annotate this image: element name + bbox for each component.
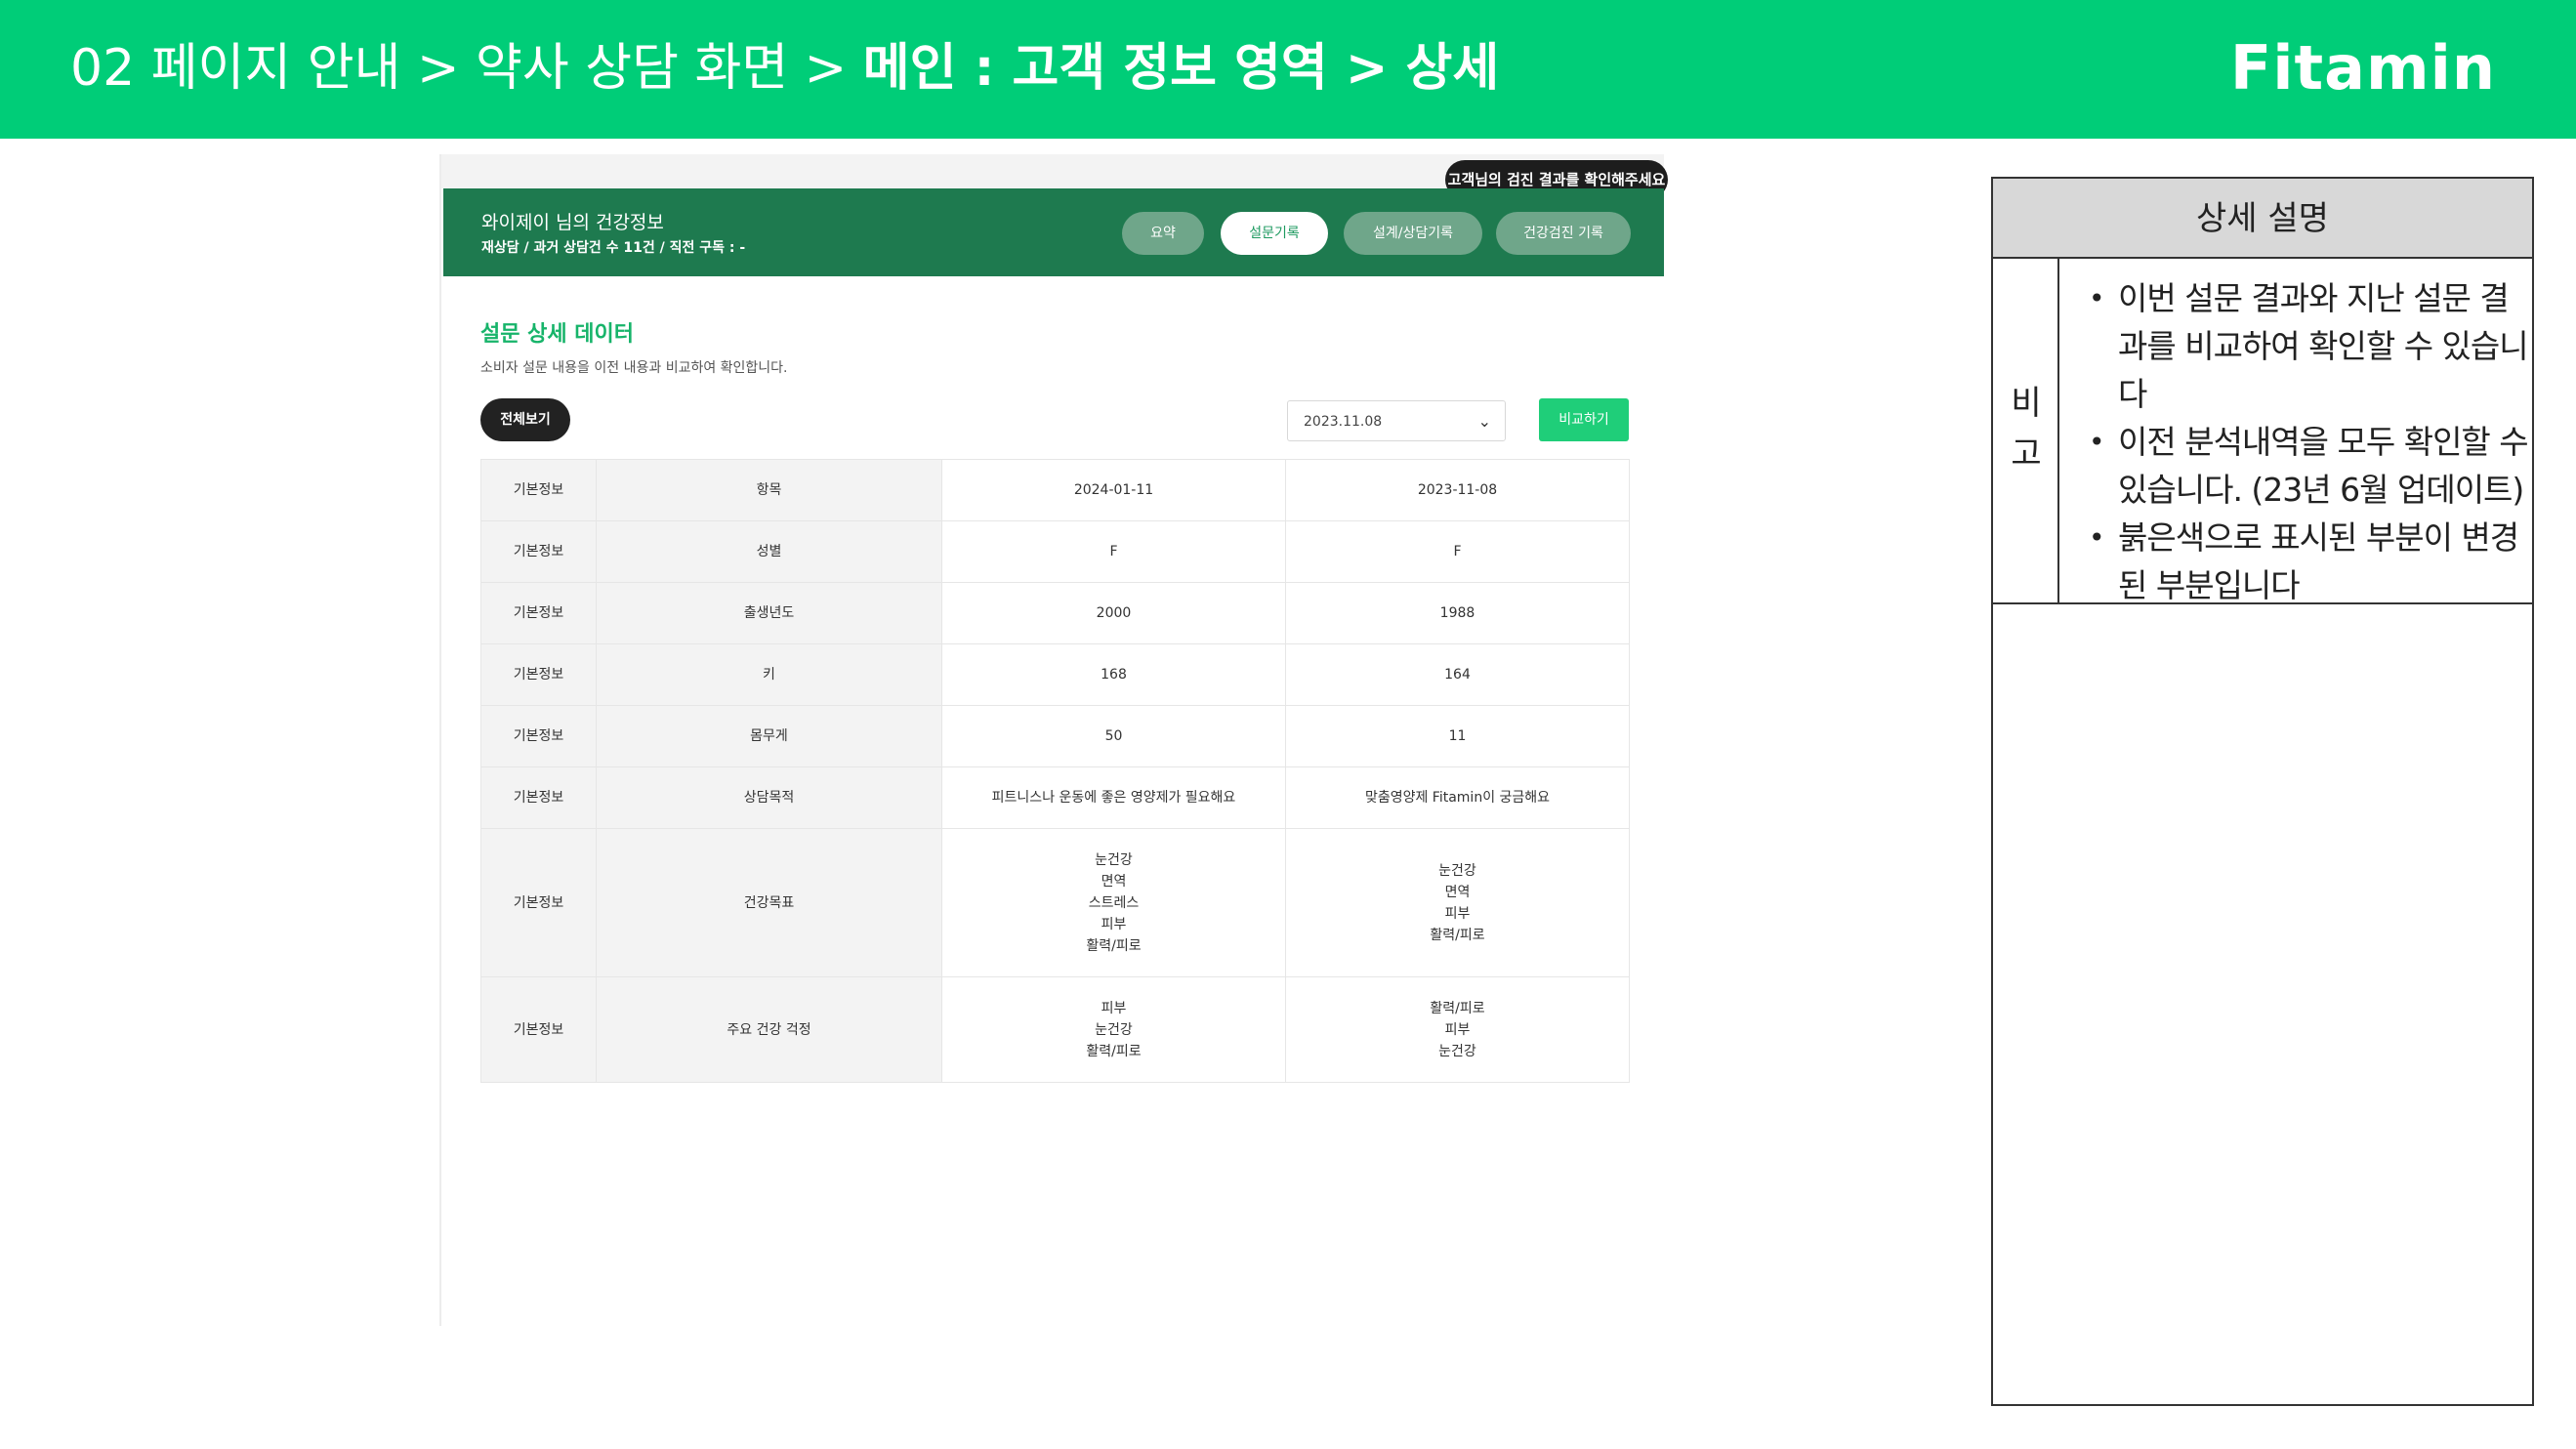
app-screenshot: 고객님의 검진 결과를 확인해주세요 와이제이 님의 건강정보 재상담 / 과거…	[439, 154, 1668, 1326]
date-select-value: 2023.11.08	[1304, 414, 1383, 430]
category-cell: 기본정보	[480, 459, 597, 521]
tab-health-checkup[interactable]: 건강검진 기록	[1496, 212, 1631, 255]
remark-item: 이번 설문 결과와 지난 설문 결과를 비교하여 확인할 수 있습니다	[2089, 274, 2530, 418]
current-value-cell: 피부눈건강활력/피로	[941, 976, 1286, 1083]
value-line: 맞춤영양제 Fitamin이 궁금해요	[1364, 790, 1551, 806]
current-value-cell: 피트니스나 운동에 좋은 영양제가 필요해요	[941, 766, 1286, 829]
tab-design-consult[interactable]: 설계/상담기록	[1344, 212, 1482, 255]
breadcrumb-prefix: 02 페이지 안내 > 약사 상담 화면 >	[70, 39, 863, 98]
current-value-cell: 50	[941, 705, 1286, 767]
category-cell: 기본정보	[480, 828, 597, 977]
item-cell: 성별	[596, 520, 942, 583]
table-row: 기본정보 건강목표 눈건강 면역 스트레스 피부 활력/피로 눈건강 면역 피부 활력/피로	[480, 828, 1630, 977]
value-line: 활력/피로	[1086, 1043, 1142, 1059]
table-row: 기본정보 성별 F F	[480, 520, 1630, 583]
date-select[interactable]: 2023.11.08 ⌄	[1287, 400, 1506, 441]
remarks-label: 비 고	[1993, 259, 2059, 602]
customer-title: 와이제이 님의 건강정보	[481, 212, 664, 233]
category-cell: 기본정보	[480, 976, 597, 1083]
breadcrumb: 02 페이지 안내 > 약사 상담 화면 > 메인 : 고객 정보 영역 > 상…	[70, 35, 1499, 102]
panel-title: 상세 설명	[1993, 179, 2532, 259]
value-line: 눈건강	[1095, 1021, 1133, 1038]
top-banner: 02 페이지 안내 > 약사 상담 화면 > 메인 : 고객 정보 영역 > 상…	[0, 0, 2576, 139]
item-cell: 몸무게	[596, 705, 942, 767]
table-row: 기본정보 상담목적 피트니스나 운동에 좋은 영양제가 필요해요 맞춤영양제 Fita…	[480, 766, 1630, 829]
customer-subtitle: 재상담 / 과거 상담건 수 11건 / 직전 구독 : -	[481, 240, 746, 256]
value-line: 면역	[1444, 884, 1471, 900]
value-line: 164	[1444, 667, 1471, 683]
current-value-cell: 2000	[941, 582, 1286, 644]
section-description: 소비자 설문 내용을 이전 내용과 비교하여 확인합니다.	[480, 360, 788, 376]
breadcrumb-current: 메인 : 고객 정보 영역 > 상세	[862, 39, 1500, 98]
value-line: 2023-11-08	[1417, 482, 1498, 498]
compare-button[interactable]: 비교하기	[1539, 398, 1629, 441]
remarks-label-char: 고	[2011, 435, 2042, 474]
remarks-row: 비 고 이번 설문 결과와 지난 설문 결과를 비교하여 확인할 수 있습니다 …	[1993, 259, 2532, 604]
table-row: 기본정보 키 168 164	[480, 643, 1630, 706]
current-value-cell: 2024-01-11	[941, 459, 1286, 521]
value-line: 활력/피로	[1430, 927, 1485, 943]
current-value-cell: F	[941, 520, 1286, 583]
value-line: 눈건강	[1438, 1043, 1476, 1059]
previous-value-cell: 2023-11-08	[1285, 459, 1630, 521]
remarks-label-char: 비	[2011, 384, 2042, 423]
value-line: 피부	[1444, 1021, 1471, 1038]
category-cell: 기본정보	[480, 643, 597, 706]
previous-value-cell: F	[1285, 520, 1630, 583]
tab-survey[interactable]: 설문기록	[1221, 212, 1328, 255]
survey-compare-table: 기본정보 항목 2024-01-11 2023-11-08 기본정보 성별 F F 기본정보 출생…	[480, 459, 1630, 1083]
previous-value-cell: 11	[1285, 705, 1630, 767]
previous-value-cell: 활력/피로피부눈건강	[1285, 976, 1630, 1083]
value-line: F	[1109, 544, 1118, 559]
customer-header: 와이제이 님의 건강정보 재상담 / 과거 상담건 수 11건 / 직전 구독 …	[443, 188, 1664, 276]
remark-item: 붉은색으로 표시된 부분이 변경된 부분입니다	[2089, 514, 2530, 609]
previous-value-cell: 맞춤영양제 Fitamin이 궁금해요	[1285, 766, 1630, 829]
item-cell: 상담목적	[596, 766, 942, 829]
tab-summary[interactable]: 요약	[1122, 212, 1204, 255]
value-line: 눈건강	[1438, 862, 1476, 879]
category-cell: 기본정보	[480, 705, 597, 767]
table-row: 기본정보 몸무게 50 11	[480, 705, 1630, 767]
value-line: 168	[1101, 667, 1127, 683]
value-line: 활력/피로	[1430, 1000, 1485, 1016]
item-cell: 주요 건강 걱정	[596, 976, 942, 1083]
value-line: 눈건강	[1095, 851, 1133, 868]
brand-logo: Fitamin	[2229, 32, 2496, 104]
current-value-cell: 168	[941, 643, 1286, 706]
view-all-button[interactable]: 전체보기	[480, 398, 570, 441]
value-line: 피부	[1101, 1000, 1127, 1016]
table-row: 기본정보 주요 건강 걱정 피부 눈건강 활력/피로 활력/피로 피부 눈건강	[480, 976, 1630, 1083]
table-row: 기본정보 항목 2024-01-11 2023-11-08	[480, 459, 1630, 521]
description-panel: 상세 설명 비 고 이번 설문 결과와 지난 설문 결과를 비교하여 확인할 수…	[1991, 177, 2534, 1406]
value-line: 11	[1448, 728, 1467, 744]
item-cell: 키	[596, 643, 942, 706]
section-title: 설문 상세 데이터	[480, 322, 634, 347]
category-cell: 기본정보	[480, 520, 597, 583]
value-line: 1988	[1439, 605, 1475, 621]
value-line: 스트레스	[1088, 894, 1140, 911]
value-line: 면역	[1101, 873, 1127, 890]
value-line: 2024-01-11	[1073, 482, 1154, 498]
category-cell: 기본정보	[480, 582, 597, 644]
item-cell: 건강목표	[596, 828, 942, 977]
value-line: 피트니스나 운동에 좋은 영양제가 필요해요	[991, 790, 1236, 806]
table-row: 기본정보 출생년도 2000 1988	[480, 582, 1630, 644]
item-cell: 항목	[596, 459, 942, 521]
value-line: 피부	[1101, 916, 1127, 932]
value-line: F	[1453, 544, 1462, 559]
value-line: 피부	[1444, 905, 1471, 922]
remarks-list: 이번 설문 결과와 지난 설문 결과를 비교하여 확인할 수 있습니다 이전 분…	[2089, 274, 2530, 609]
current-value-cell: 눈건강면역스트레스피부활력/피로	[941, 828, 1286, 977]
previous-value-cell: 164	[1285, 643, 1630, 706]
remark-item: 이전 분석내역을 모두 확인할 수 있습니다. (23년 6월 업데이트)	[2089, 418, 2530, 514]
previous-value-cell: 1988	[1285, 582, 1630, 644]
previous-value-cell: 눈건강면역피부활력/피로	[1285, 828, 1630, 977]
item-cell: 출생년도	[596, 582, 942, 644]
chevron-down-icon: ⌄	[1477, 412, 1491, 431]
value-line: 50	[1104, 728, 1123, 744]
category-cell: 기본정보	[480, 766, 597, 829]
value-line: 활력/피로	[1086, 937, 1142, 954]
value-line: 2000	[1096, 605, 1132, 621]
